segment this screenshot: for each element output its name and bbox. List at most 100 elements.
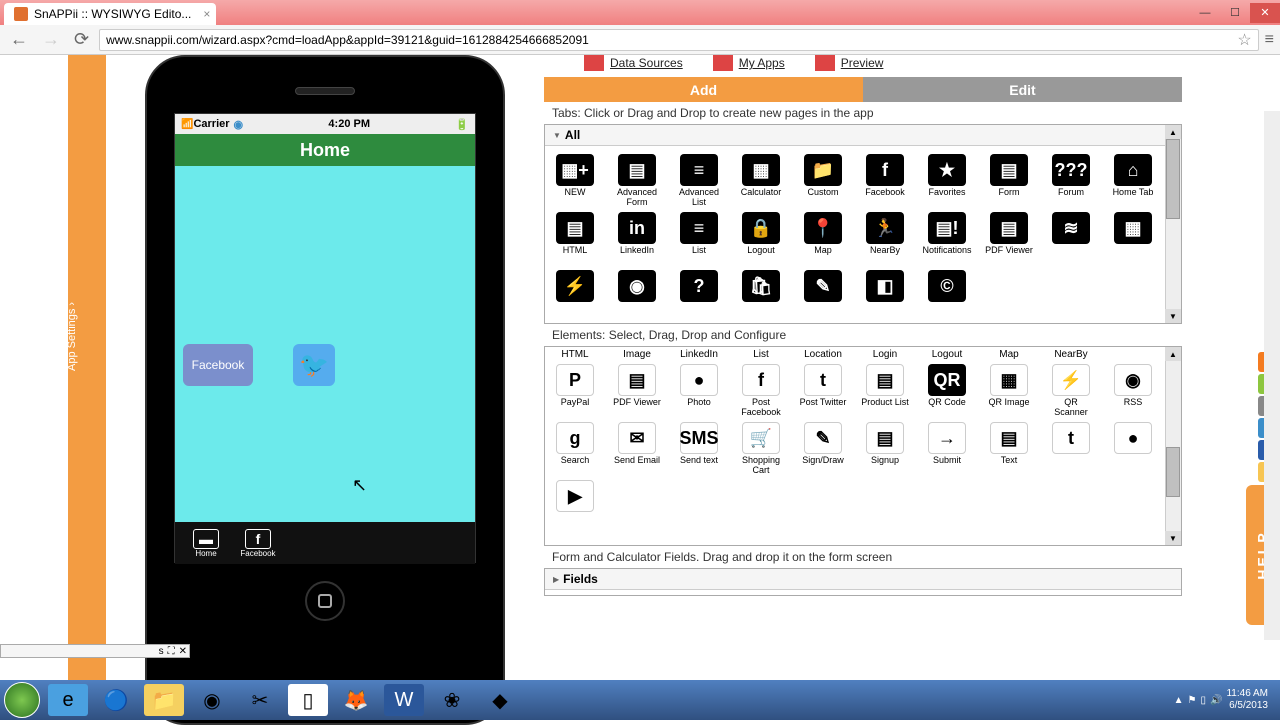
- tab-item[interactable]: ◧: [861, 270, 909, 324]
- tray-up-icon[interactable]: ▲: [1174, 695, 1184, 706]
- app-canvas[interactable]: Facebook 🐦: [175, 166, 475, 522]
- tab-item[interactable]: ◉: [613, 270, 661, 324]
- back-button[interactable]: ←: [6, 27, 32, 52]
- taskbar-firefox[interactable]: 🦊: [336, 684, 376, 716]
- element-item[interactable]: ●: [1109, 422, 1157, 476]
- tabs-scrollbar[interactable]: ▲ ▼: [1165, 125, 1181, 323]
- tab-facebook[interactable]: f Facebook: [235, 522, 281, 564]
- tab-item[interactable]: ≋: [1047, 212, 1095, 266]
- expand-icon[interactable]: ⛶: [168, 646, 175, 657]
- scroll-thumb[interactable]: [1166, 447, 1180, 497]
- maximize-button[interactable]: ☐: [1220, 3, 1250, 23]
- tab-home[interactable]: ▬ Home: [183, 522, 229, 564]
- tab-item[interactable]: 📁Custom: [799, 154, 847, 208]
- taskbar-app2[interactable]: ◆: [480, 684, 520, 716]
- url-bar[interactable]: www.snappii.com/wizard.aspx?cmd=loadApp&…: [99, 29, 1259, 51]
- tab-item[interactable]: fFacebook: [861, 154, 909, 208]
- tab-item[interactable]: ©: [923, 270, 971, 324]
- scroll-thumb[interactable]: [1264, 111, 1280, 371]
- scroll-thumb[interactable]: [1166, 139, 1180, 219]
- taskbar-clock[interactable]: 11:46 AM6/5/2013: [1226, 688, 1268, 712]
- element-item[interactable]: gSearch: [551, 422, 599, 476]
- tab-item[interactable]: ▦: [1109, 212, 1157, 266]
- tab-edit[interactable]: Edit: [863, 77, 1182, 102]
- element-item[interactable]: QRQR Code: [923, 364, 971, 418]
- tab-item[interactable]: ≡Advanced List: [675, 154, 723, 208]
- element-item[interactable]: ▤Text: [985, 422, 1033, 476]
- tab-item[interactable]: 🏃NearBy: [861, 212, 909, 266]
- element-item[interactable]: →Submit: [923, 422, 971, 476]
- window-close-button[interactable]: ✕: [1250, 3, 1280, 23]
- element-item[interactable]: t: [1047, 422, 1095, 476]
- element-item[interactable]: ▤PDF Viewer: [613, 364, 661, 418]
- tab-item[interactable]: ⚡: [551, 270, 599, 324]
- start-button[interactable]: [4, 682, 40, 718]
- fields-dropdown[interactable]: ▶Fields: [545, 569, 1181, 590]
- tray-volume-icon[interactable]: 🔊: [1210, 695, 1222, 706]
- element-item[interactable]: ▤Signup: [861, 422, 909, 476]
- tab-item[interactable]: ✎: [799, 270, 847, 324]
- element-item[interactable]: PPayPal: [551, 364, 599, 418]
- taskbar-word[interactable]: W: [384, 684, 424, 716]
- elements-scrollbar[interactable]: ▲ ▼: [1165, 347, 1181, 545]
- tab-add[interactable]: Add: [544, 77, 863, 102]
- taskbar-gotomeeting[interactable]: ❀: [432, 684, 472, 716]
- chrome-menu-icon[interactable]: ≡: [1265, 31, 1274, 49]
- twitter-widget[interactable]: 🐦: [293, 344, 335, 386]
- tab-item[interactable]: 📍Map: [799, 212, 847, 266]
- tray-network-icon[interactable]: ▯: [1201, 695, 1207, 706]
- taskbar-snip[interactable]: ✂: [240, 684, 280, 716]
- tab-item[interactable]: ★Favorites: [923, 154, 971, 208]
- close-icon[interactable]: ✕: [179, 646, 187, 657]
- scroll-down-icon[interactable]: ▼: [1165, 309, 1181, 323]
- home-button[interactable]: [305, 581, 345, 621]
- all-dropdown[interactable]: ▼All: [545, 125, 1181, 146]
- browser-tab[interactable]: SnAPPii :: WYSIWYG Edito... ×: [4, 3, 216, 25]
- tray-flag-icon[interactable]: ⚑: [1188, 695, 1197, 706]
- tab-item[interactable]: ?: [675, 270, 723, 324]
- tab-item[interactable]: ▦Calculator: [737, 154, 785, 208]
- tab-item[interactable]: 🛍: [737, 270, 785, 324]
- forward-button[interactable]: →: [38, 27, 64, 52]
- link-preview[interactable]: Preview: [815, 55, 884, 71]
- taskbar-app[interactable]: 🔵: [96, 684, 136, 716]
- bookmark-icon[interactable]: ☆: [1237, 30, 1251, 50]
- taskbar-explorer[interactable]: 📁: [144, 684, 184, 716]
- element-item[interactable]: ✉Send Email: [613, 422, 661, 476]
- element-item[interactable]: ●Photo: [675, 364, 723, 418]
- taskbar-ie[interactable]: e: [48, 684, 88, 716]
- tab-item[interactable]: ≡List: [675, 212, 723, 266]
- tab-item[interactable]: ???Forum: [1047, 154, 1095, 208]
- element-item[interactable]: SMSSend text: [675, 422, 723, 476]
- minimize-button[interactable]: —: [1190, 3, 1220, 23]
- element-item[interactable]: 🛒Shopping Cart: [737, 422, 785, 476]
- scroll-up-icon[interactable]: ▲: [1165, 347, 1181, 361]
- tab-item[interactable]: 🔒Logout: [737, 212, 785, 266]
- taskbar-doc[interactable]: ▯: [288, 684, 328, 716]
- element-item[interactable]: tPost Twitter: [799, 364, 847, 418]
- tab-item[interactable]: inLinkedIn: [613, 212, 661, 266]
- element-item[interactable]: ▦QR Image: [985, 364, 1033, 418]
- tab-item[interactable]: ▤Advanced Form: [613, 154, 661, 208]
- scroll-down-icon[interactable]: ▼: [1165, 531, 1181, 545]
- scroll-up-icon[interactable]: ▲: [1165, 125, 1181, 139]
- facebook-widget[interactable]: Facebook: [183, 344, 253, 386]
- element-item[interactable]: ▤Product List: [861, 364, 909, 418]
- element-item[interactable]: ✎Sign/Draw: [799, 422, 847, 476]
- tab-item[interactable]: ▦+NEW: [551, 154, 599, 208]
- tab-item[interactable]: ▤Form: [985, 154, 1033, 208]
- taskbar-chrome[interactable]: ◉: [192, 684, 232, 716]
- element-item[interactable]: ⚡QR Scanner: [1047, 364, 1095, 418]
- link-my-apps[interactable]: My Apps: [713, 55, 785, 71]
- reload-button[interactable]: ⟳: [70, 27, 93, 52]
- tab-item[interactable]: ▤HTML: [551, 212, 599, 266]
- tab-item[interactable]: ▤PDF Viewer: [985, 212, 1033, 266]
- link-data-sources[interactable]: Data Sources: [584, 55, 683, 71]
- tab-item[interactable]: ⌂Home Tab: [1109, 154, 1157, 208]
- main-scrollbar[interactable]: [1264, 111, 1280, 640]
- element-item[interactable]: ◉RSS: [1109, 364, 1157, 418]
- element-item[interactable]: fPost Facebook: [737, 364, 785, 418]
- tab-item[interactable]: ▤!Notifications: [923, 212, 971, 266]
- element-item[interactable]: ▶: [551, 480, 599, 534]
- tab-close-icon[interactable]: ×: [203, 7, 210, 21]
